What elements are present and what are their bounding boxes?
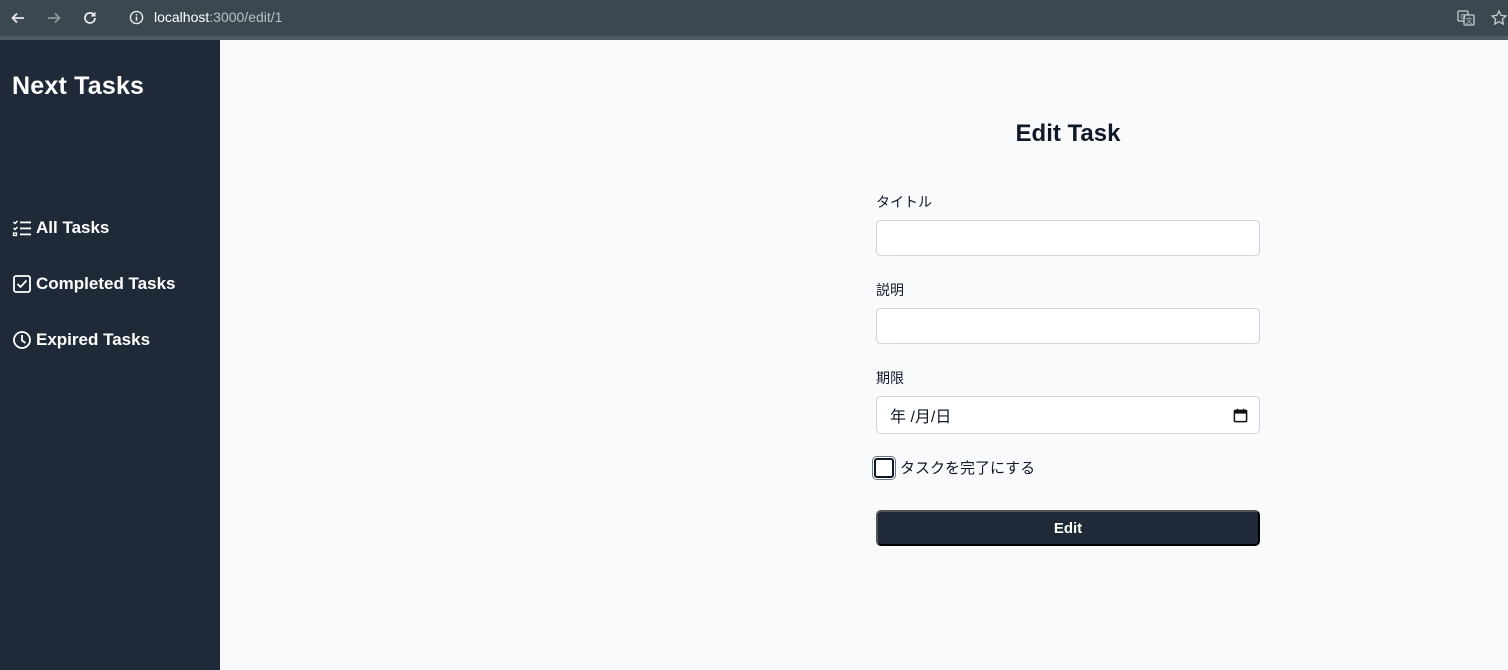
bookmark-star-icon[interactable] xyxy=(1490,4,1508,32)
description-input[interactable] xyxy=(876,308,1260,344)
sidebar-item-completed-tasks[interactable]: Completed Tasks xyxy=(12,272,176,296)
main-content: Edit Task タイトル 説明 期限 年 /月/日 タスクを完了にする Ed… xyxy=(220,40,1508,670)
sidebar-item-label: All Tasks xyxy=(36,218,110,237)
checklist-icon xyxy=(12,218,32,238)
title-input[interactable] xyxy=(876,220,1260,256)
page-title: Edit Task xyxy=(1015,120,1121,147)
description-field-label: 説明 xyxy=(876,282,904,298)
completed-checkbox-label: タスクを完了にする xyxy=(900,460,1036,477)
sidebar-item-expired-tasks[interactable]: Expired Tasks xyxy=(12,328,176,352)
due-date-field-label: 期限 xyxy=(876,370,904,386)
reload-icon[interactable] xyxy=(72,2,108,34)
forward-arrow-icon[interactable] xyxy=(36,2,72,34)
svg-text:文: 文 xyxy=(1466,16,1473,25)
sidebar-nav: All Tasks Completed Tasks Expired Tasks xyxy=(12,216,176,384)
sidebar: Next Tasks All Tasks Completed Tasks Exp… xyxy=(0,40,220,670)
sidebar-item-label: Expired Tasks xyxy=(36,330,151,349)
translate-icon[interactable]: 文G xyxy=(1452,4,1480,32)
calendar-icon[interactable] xyxy=(1233,407,1249,423)
svg-text:G: G xyxy=(1460,13,1465,21)
sidebar-item-label: Completed Tasks xyxy=(36,274,176,293)
due-date-placeholder: 年 /月/日 xyxy=(890,409,952,426)
back-arrow-icon[interactable] xyxy=(0,2,36,34)
edit-submit-button[interactable]: Edit xyxy=(876,510,1260,546)
site-info-icon[interactable] xyxy=(122,10,150,25)
app-brand: Next Tasks xyxy=(12,72,145,100)
completed-checkbox[interactable] xyxy=(874,457,894,478)
checkbox-checked-icon xyxy=(12,274,32,294)
url-text: localhost:3000/edit/1 xyxy=(154,9,283,25)
clock-icon xyxy=(12,330,32,350)
address-bar[interactable]: localhost:3000/edit/1 xyxy=(116,2,1446,32)
title-field-label: タイトル xyxy=(876,194,932,210)
sidebar-item-all-tasks[interactable]: All Tasks xyxy=(12,216,176,240)
due-date-input[interactable]: 年 /月/日 xyxy=(876,396,1260,434)
browser-toolbar: localhost:3000/edit/1 文G xyxy=(0,0,1508,40)
completed-checkbox-row: タスクを完了にする xyxy=(874,457,1035,478)
